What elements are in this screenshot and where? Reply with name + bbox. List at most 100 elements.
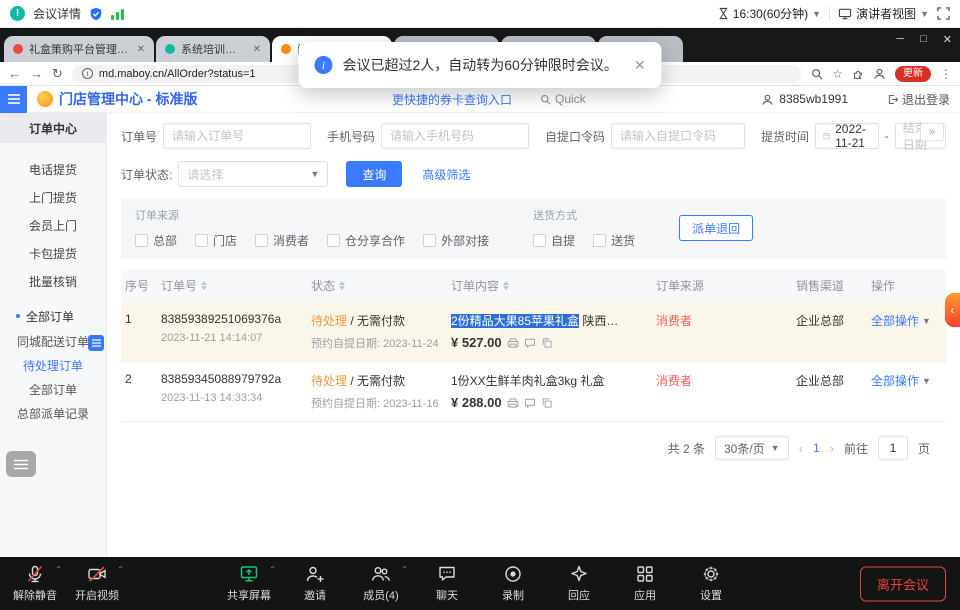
hamburger-menu-button[interactable] <box>0 86 27 113</box>
sidebar-item-hq-dispatch-log[interactable]: 总部派单记录 <box>0 401 106 425</box>
checkbox-icon[interactable] <box>423 234 436 247</box>
copy-icon[interactable] <box>541 397 553 409</box>
tab-close-icon[interactable]: ✕ <box>253 44 261 55</box>
print-icon[interactable] <box>507 397 519 409</box>
chevron-down-icon[interactable]: ▼ <box>920 9 929 19</box>
sort-icon[interactable] <box>339 281 345 290</box>
extensions-icon[interactable] <box>852 68 864 80</box>
checkbox-hq[interactable]: 总部 <box>135 232 177 249</box>
checkbox-self-pickup[interactable]: 自提 <box>533 232 575 249</box>
checkbox-external[interactable]: 外部对接 <box>423 232 489 249</box>
toast-close-icon[interactable]: ✕ <box>634 57 646 74</box>
all-actions-link[interactable]: 全部操作▼ <box>871 312 940 329</box>
browser-tab[interactable]: 礼盒策购平台管理中心 ✕ <box>4 36 154 62</box>
coupon-query-link[interactable]: 更快捷的券卡查询入口 <box>392 91 512 108</box>
sidebar-item-door-pickup[interactable]: 上门提货 <box>0 183 106 211</box>
site-info-icon[interactable]: i <box>82 68 93 79</box>
members-button[interactable]: ⌃ 成员(4) <box>358 564 404 603</box>
chevron-up-icon[interactable]: ⌃ <box>55 565 62 574</box>
order-no-input[interactable] <box>163 123 311 149</box>
sort-icon[interactable] <box>201 281 207 290</box>
checkbox-store[interactable]: 门店 <box>195 232 237 249</box>
fullscreen-icon[interactable] <box>937 7 950 20</box>
reactions-button[interactable]: 回应 <box>556 564 602 603</box>
meeting-timer[interactable]: 16:30(60分钟) ▼ <box>718 5 821 22</box>
copy-icon[interactable] <box>541 337 553 349</box>
sidebar-item-batch-verify[interactable]: 批量核销 <box>0 267 106 295</box>
next-page-button[interactable]: › <box>830 441 834 456</box>
search-button[interactable]: 查询 <box>346 161 402 187</box>
checkbox-warehouse-coop[interactable]: 仓分享合作 <box>327 232 405 249</box>
leave-meeting-button[interactable]: 离开会议 <box>860 566 946 601</box>
sidebar-item-card-pickup[interactable]: 卡包提货 <box>0 239 106 267</box>
checkbox-icon[interactable] <box>533 234 546 247</box>
browser-menu-icon[interactable]: ⋮ <box>940 67 952 81</box>
record-button[interactable]: 录制 <box>490 564 536 603</box>
side-drawer-handle[interactable]: ‹ <box>945 293 960 327</box>
user-menu[interactable]: 8385wb1991 <box>761 92 848 106</box>
unmute-button[interactable]: ⌃ 解除静音 <box>12 564 58 603</box>
window-minimize-icon[interactable]: ─ <box>896 33 904 46</box>
col-order-no[interactable]: 订单号 <box>157 277 307 294</box>
back-icon[interactable]: ← <box>8 67 21 80</box>
search-icon[interactable] <box>811 68 823 80</box>
apps-button[interactable]: 应用 <box>622 564 668 603</box>
print-icon[interactable] <box>507 337 519 349</box>
goto-page-input[interactable] <box>878 436 908 460</box>
sort-icon[interactable] <box>503 281 509 290</box>
dispatch-return-button[interactable]: 派单退回 <box>679 215 753 241</box>
checkbox-icon[interactable] <box>255 234 268 247</box>
share-screen-button[interactable]: ⌃ 共享屏幕 <box>226 564 272 603</box>
window-maximize-icon[interactable]: □ <box>920 33 927 46</box>
invite-button[interactable]: 邀请 <box>292 564 338 603</box>
profile-avatar-icon[interactable] <box>873 67 886 80</box>
chevron-up-icon[interactable]: ⌃ <box>117 565 124 574</box>
bookmark-star-icon[interactable]: ☆ <box>832 67 843 81</box>
col-status[interactable]: 状态 <box>307 277 447 294</box>
sidebar-item-member-visit[interactable]: 会员上门 <box>0 211 106 239</box>
logout-button[interactable]: 退出登录 <box>887 91 950 108</box>
sidebar-item-phone-pickup[interactable]: 电话提货 <box>0 155 106 183</box>
chevron-up-icon[interactable]: ⌃ <box>269 565 276 574</box>
pickup-code-input[interactable] <box>611 123 745 149</box>
current-page[interactable]: 1 <box>813 441 820 455</box>
window-close-icon[interactable]: ✕ <box>943 33 952 46</box>
view-mode-selector[interactable]: 演讲者视图 ▼ <box>838 5 929 22</box>
start-video-button[interactable]: ⌃ 开启视频 <box>74 564 120 603</box>
settings-button[interactable]: 设置 <box>688 564 734 603</box>
forward-icon[interactable]: → <box>30 67 43 80</box>
checkbox-consumer[interactable]: 消费者 <box>255 232 309 249</box>
meeting-detail-label[interactable]: 会议详情 <box>33 5 81 22</box>
reload-icon[interactable]: ↻ <box>52 67 63 80</box>
prev-page-button[interactable]: ‹ <box>799 441 803 456</box>
tab-close-icon[interactable]: ✕ <box>137 44 145 55</box>
chevron-down-icon[interactable]: ▼ <box>812 9 821 19</box>
table-row[interactable]: 1 83859389251069376a 2023-11-21 14:14:07… <box>121 302 946 362</box>
sidebar-item-all-orders[interactable]: 全部订单 <box>0 377 106 401</box>
col-content[interactable]: 订单内容 <box>447 277 652 294</box>
start-date-picker[interactable]: 2022-11-21 <box>815 123 879 149</box>
checkbox-icon[interactable] <box>327 234 340 247</box>
page-size-select[interactable]: 30条/页 ▼ <box>715 436 789 460</box>
floating-menu-button[interactable] <box>6 451 36 477</box>
checkbox-icon[interactable] <box>195 234 208 247</box>
all-actions-link[interactable]: 全部操作▼ <box>871 372 940 389</box>
message-icon[interactable] <box>524 397 536 409</box>
collapse-panel-button[interactable]: » <box>920 123 944 141</box>
sidebar-group-all-orders[interactable]: 全部订单 <box>0 303 106 329</box>
sidebar-item-pending-orders[interactable]: 待处理订单 <box>0 353 106 377</box>
checkbox-icon[interactable] <box>135 234 148 247</box>
browser-update-button[interactable]: 更新 <box>895 66 931 82</box>
phone-input[interactable] <box>381 123 529 149</box>
table-row[interactable]: 2 83859345088979792a 2023-11-13 14:33:34… <box>121 362 946 422</box>
checkbox-delivery[interactable]: 送货 <box>593 232 635 249</box>
chat-button[interactable]: 聊天 <box>424 564 470 603</box>
chevron-up-icon[interactable]: ⌃ <box>401 565 408 574</box>
quick-search[interactable]: Quick <box>540 92 586 106</box>
order-status-select[interactable]: 请选择 ▼ <box>178 161 328 187</box>
advanced-filter-link[interactable]: 高级筛选 <box>422 166 470 183</box>
checkbox-icon[interactable] <box>593 234 606 247</box>
message-icon[interactable] <box>524 337 536 349</box>
browser-tab[interactable]: 系统培训学习 ✕ <box>156 36 270 62</box>
sidebar-pin-button[interactable] <box>88 335 104 351</box>
